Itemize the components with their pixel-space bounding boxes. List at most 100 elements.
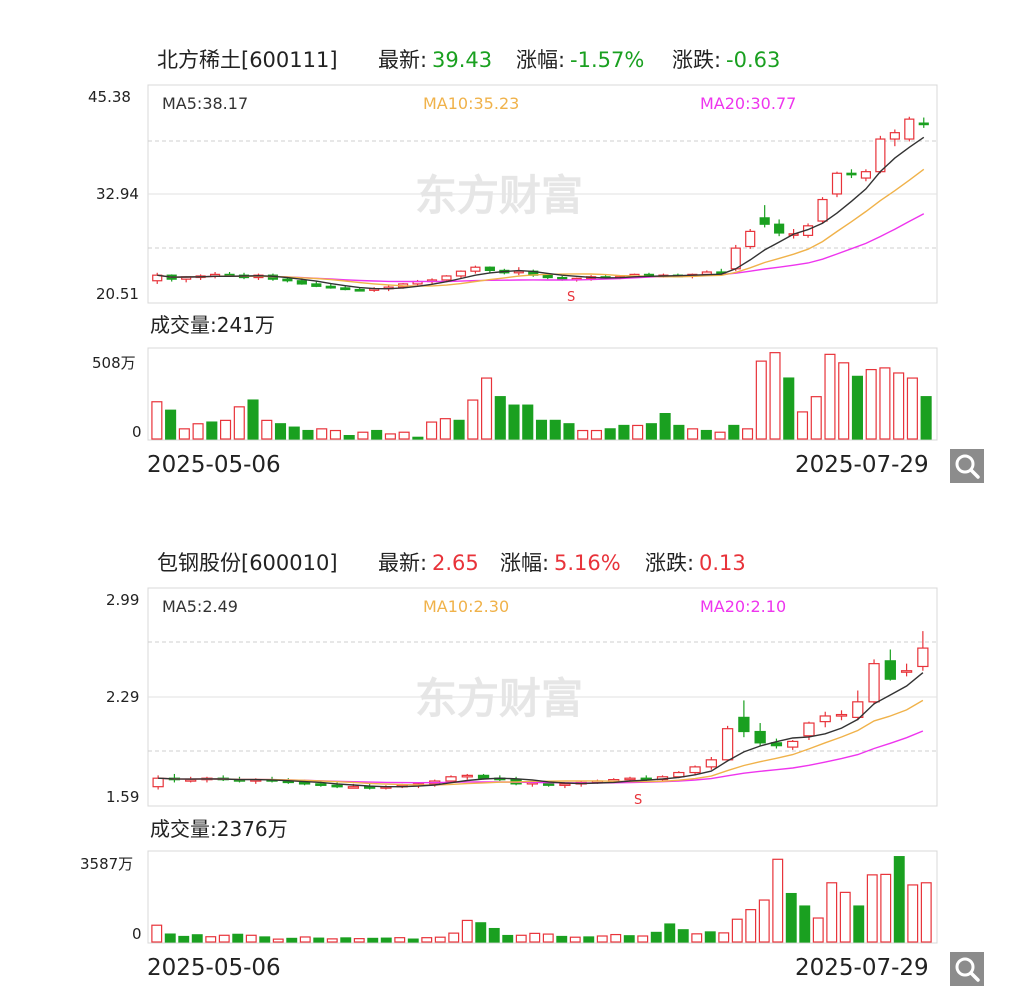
volume-bar <box>907 884 919 943</box>
change-value: -0.63 <box>726 48 780 72</box>
volume-bar <box>233 406 245 440</box>
watermark-logo: 东方财富 <box>415 171 583 220</box>
volume-bar <box>687 428 699 440</box>
volume-bar <box>853 905 865 943</box>
price-tick-max: 2.99 <box>106 591 139 609</box>
change-pct-value: -1.57% <box>570 48 644 72</box>
volume-bar <box>799 905 811 943</box>
volume-bar <box>274 423 287 440</box>
volume-bar <box>810 396 822 440</box>
volume-bar <box>769 352 781 440</box>
volume-bar <box>394 937 406 943</box>
volume-bar <box>261 419 273 440</box>
volume-bar <box>434 936 446 943</box>
volume-bar <box>367 937 379 943</box>
volume-bar <box>313 937 325 943</box>
volume-bar <box>508 404 520 440</box>
volume-title: 成交量:2376万 <box>150 817 288 841</box>
volume-bar <box>714 431 726 440</box>
ma20-legend: MA20:2.10 <box>700 597 786 616</box>
price-tick-max: 45.38 <box>88 88 131 106</box>
volume-bar <box>731 918 743 943</box>
volume-bar <box>467 399 479 440</box>
volume-bar <box>426 421 438 440</box>
stock-title: 北方稀土[600111] <box>157 48 338 72</box>
change-pct-label: 涨幅: <box>500 551 549 575</box>
candle-body <box>738 716 750 733</box>
volume-bar <box>577 429 589 440</box>
candle-body <box>331 784 343 788</box>
candle-body <box>852 701 864 718</box>
candle-body <box>904 118 915 140</box>
candle-body <box>705 759 717 768</box>
volume-bar <box>851 375 863 440</box>
marker-s: S <box>634 793 642 808</box>
volume-tick-max: 3587万 <box>80 855 133 873</box>
candle-body <box>354 288 365 292</box>
volume-bar <box>745 909 757 943</box>
volume-bar <box>178 935 190 943</box>
volume-bar <box>824 353 836 440</box>
volume-bar <box>645 423 657 440</box>
change-pct-label: 涨幅: <box>516 48 565 72</box>
stock-panel-1: 北方稀土[600111] 最新: 39.43 涨幅: -1.57% 涨跌: -0… <box>0 0 1024 483</box>
price-tick-min: 20.51 <box>96 285 139 303</box>
end-date: 2025-07-29 <box>795 955 929 981</box>
candle-body <box>311 283 322 287</box>
volume-bar <box>316 428 328 440</box>
volume-bar <box>772 858 784 943</box>
stock-chart-1: 北方稀土[600111] 最新: 39.43 涨幅: -1.57% 涨跌: -0… <box>88 48 938 478</box>
volume-bar <box>192 423 204 440</box>
volume-bar <box>664 923 676 943</box>
volume-bar <box>906 377 918 440</box>
volume-bar <box>812 917 824 943</box>
candle-body <box>917 647 929 668</box>
volume-bar <box>165 409 177 440</box>
volume-bar <box>371 429 383 440</box>
candle-body <box>721 728 734 761</box>
volume-bar <box>556 935 568 943</box>
volume-bar <box>637 935 649 943</box>
candle-body <box>542 274 553 279</box>
candle-body <box>889 132 900 140</box>
volume-bar <box>783 377 795 440</box>
magnifier-icon <box>955 957 980 982</box>
candle-body <box>754 730 766 744</box>
candle-body <box>803 722 815 737</box>
volume-bar <box>618 424 630 440</box>
volume-bar <box>220 419 232 440</box>
volume-bar <box>785 892 797 943</box>
volume-bar <box>826 882 838 943</box>
magnifier-icon <box>955 454 980 479</box>
candle-body <box>296 280 307 285</box>
volume-bar <box>299 936 311 943</box>
volume-tick-zero: 0 <box>132 925 142 943</box>
volume-bar <box>893 856 905 943</box>
zoom-button[interactable] <box>950 449 984 483</box>
volume-bar <box>407 938 419 943</box>
candle-body <box>819 715 831 723</box>
ma10-legend: MA10:2.30 <box>423 597 509 616</box>
volume-bar <box>494 396 506 440</box>
volume-bar <box>677 929 689 943</box>
volume-bar <box>880 873 892 943</box>
volume-bar <box>206 421 218 440</box>
volume-bar <box>353 938 365 943</box>
volume-bar <box>412 436 424 440</box>
zoom-button[interactable] <box>950 952 984 986</box>
candle-body <box>340 287 351 291</box>
volume-bar <box>340 937 352 943</box>
volume-bar <box>755 360 767 440</box>
volume-bar <box>650 931 662 943</box>
volume-bar <box>178 428 190 440</box>
candle-body <box>730 247 741 270</box>
volume-bar <box>920 396 932 440</box>
volume-bar <box>758 899 770 943</box>
stock-chart-2: 包钢股份[600010] 最新: 2.65 涨幅: 5.16% 涨跌: 0.13… <box>80 551 938 981</box>
volume-bar <box>596 935 608 943</box>
volume-bar <box>448 932 460 943</box>
volume-bar <box>259 936 271 943</box>
volume-bar <box>421 937 433 943</box>
volume-title: 成交量:241万 <box>150 313 275 337</box>
volume-bar <box>623 935 635 943</box>
